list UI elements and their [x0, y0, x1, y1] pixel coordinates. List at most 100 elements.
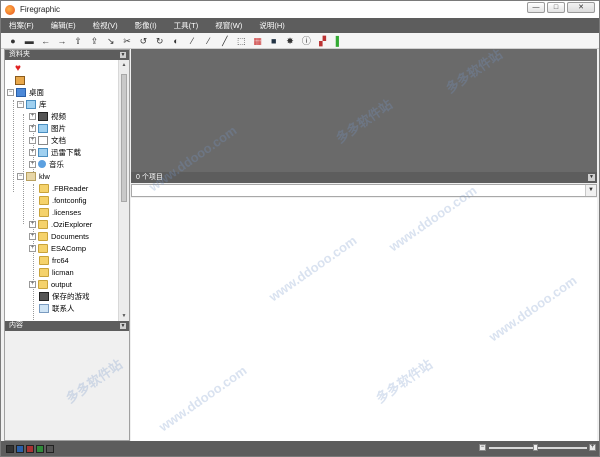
tree-item-favorites[interactable]: ♥	[15, 62, 28, 74]
tree-item-folder[interactable]: frc64	[39, 254, 69, 266]
magic-brush-icon[interactable]: ⁄	[203, 35, 215, 47]
view-mode-icon[interactable]	[6, 444, 14, 453]
content-panel-title: 内容	[9, 322, 23, 329]
tree-item-folder[interactable]: .licenses	[39, 206, 81, 218]
zoom-slider[interactable]	[489, 447, 587, 449]
folder-icon	[39, 207, 49, 217]
wand-icon[interactable]: ⁄	[186, 35, 198, 47]
tree-label: 视频	[51, 111, 66, 121]
expand-icon[interactable]: +	[29, 124, 36, 132]
forward-icon[interactable]: →	[56, 35, 68, 47]
expand-icon[interactable]: +	[29, 148, 36, 156]
zoom-out-button[interactable]: −	[479, 444, 486, 451]
contrast-icon[interactable]: ◐	[170, 35, 182, 47]
folder-open-icon[interactable]: ⇪	[88, 35, 100, 47]
expand-icon[interactable]: +	[29, 160, 36, 168]
camera-icon[interactable]: ●	[7, 35, 19, 47]
tree-item-library[interactable]: − 库	[17, 98, 47, 110]
expand-icon[interactable]: +	[29, 220, 36, 228]
expand-icon[interactable]: +	[29, 232, 36, 240]
printer-icon[interactable]: ▬	[23, 35, 35, 47]
tree-label: .FBReader	[52, 183, 89, 193]
zoom-in-button[interactable]: +	[589, 444, 596, 451]
dropdown-arrow-icon[interactable]: ▼	[585, 185, 596, 196]
scroll-up-icon[interactable]: ▲	[120, 61, 128, 69]
briefcase-icon	[15, 75, 25, 85]
chevron-down-icon[interactable]: ▼	[588, 174, 595, 181]
move-icon[interactable]: ↘	[105, 35, 117, 47]
menu-help[interactable]: 说明(H)	[259, 20, 284, 31]
content-panel-header: 内容 ▼	[5, 321, 129, 331]
menu-edit[interactable]: 编辑(E)	[51, 20, 76, 31]
info-icon[interactable]: ⓘ	[300, 35, 312, 47]
palette-icon[interactable]: ▌	[333, 35, 345, 47]
line-icon[interactable]: ╱	[219, 35, 231, 47]
collapse-icon[interactable]: −	[7, 88, 14, 96]
folder-up-icon[interactable]: ⇧	[72, 35, 84, 47]
settings-icon[interactable]: ✸	[284, 35, 296, 47]
tree-item-downloads[interactable]: + 迅雷下载	[29, 146, 81, 158]
select-rect-icon[interactable]: ⬚	[235, 35, 247, 47]
menu-view[interactable]: 检视(V)	[93, 20, 118, 31]
heart-icon: ♥	[15, 62, 21, 74]
image-icon	[38, 123, 48, 133]
expand-icon[interactable]: +	[29, 244, 36, 252]
menu-image[interactable]: 影像(I)	[135, 20, 157, 31]
folder-icon	[39, 195, 49, 205]
path-combobox[interactable]: ▼	[131, 184, 597, 197]
tree-item-folder[interactable]: licman	[39, 266, 74, 278]
cut-icon[interactable]: ✂	[121, 35, 133, 47]
image-preview-area[interactable]	[131, 49, 597, 172]
tree-label: klw	[39, 171, 50, 181]
view-mode-icon[interactable]	[16, 444, 24, 453]
collapse-icon[interactable]: −	[17, 100, 24, 108]
menu-window[interactable]: 视窗(W)	[215, 20, 242, 31]
collapse-icon[interactable]: −	[17, 172, 24, 180]
tree-scrollbar[interactable]: ▲ ▼	[118, 60, 129, 321]
rotate-right-icon[interactable]: ↻	[154, 35, 166, 47]
scroll-down-icon[interactable]: ▼	[120, 312, 128, 320]
view-mode-icon[interactable]	[46, 444, 54, 453]
tree-item-contacts[interactable]: 联系人	[39, 302, 75, 314]
close-button[interactable]: ✕	[567, 2, 595, 13]
minimize-button[interactable]: —	[527, 2, 545, 13]
tree-item-folder[interactable]: .fontconfig	[39, 194, 87, 206]
menu-file[interactable]: 档案(F)	[9, 20, 34, 31]
expand-icon[interactable]: +	[29, 136, 36, 144]
tree-item-folder[interactable]: + .OziExplorer	[29, 218, 92, 230]
tree-label: .OziExplorer	[51, 219, 93, 229]
saved-games-icon	[39, 291, 49, 301]
content-panel	[5, 331, 129, 440]
back-icon[interactable]: ←	[40, 35, 52, 47]
tree-item-folder[interactable]: + ESAComp	[29, 242, 86, 254]
menu-tools[interactable]: 工具(T)	[174, 20, 199, 31]
chevron-down-icon[interactable]: ▼	[120, 323, 126, 329]
tree-item-documents[interactable]: + 文档	[29, 134, 66, 146]
screen-icon[interactable]: ■	[268, 35, 280, 47]
tree-item-music[interactable]: + 音乐	[29, 158, 64, 170]
color-picker-icon[interactable]: ▞	[317, 35, 329, 47]
tree-item-saved-games[interactable]: 保存的游戏	[39, 290, 90, 302]
chevron-down-icon[interactable]: ▼	[120, 52, 126, 58]
rotate-left-icon[interactable]: ↺	[137, 35, 149, 47]
expand-icon[interactable]: +	[29, 280, 36, 288]
view-mode-icon[interactable]	[26, 444, 34, 453]
tree-item-folder[interactable]: + Documents	[29, 230, 89, 242]
tree-item-pictures[interactable]: + 图片	[29, 122, 66, 134]
scroll-thumb[interactable]	[121, 74, 127, 202]
view-mode-icon[interactable]	[36, 444, 44, 453]
zoom-slider-thumb[interactable]	[533, 444, 538, 451]
expand-icon[interactable]: +	[29, 112, 36, 120]
tree-item-folder[interactable]: .FBReader	[39, 182, 88, 194]
tree-item-folder[interactable]: + output	[29, 278, 72, 290]
tree-label: 迅雷下载	[51, 147, 81, 157]
maximize-button[interactable]: □	[547, 2, 565, 13]
file-list[interactable]	[131, 198, 597, 441]
tree-item-videos[interactable]: + 视频	[29, 110, 66, 122]
tree-item-briefcase[interactable]	[15, 74, 28, 86]
histogram-icon[interactable]: ▦	[251, 35, 263, 47]
folder-panel: 资料夹 ▼ ♥ − 桌面 − 库 + 视频 + 图片 + 文档 + 迅雷下载 +…	[4, 49, 130, 441]
tree-item-desktop[interactable]: − 桌面	[7, 86, 44, 98]
tree-label: output	[51, 279, 72, 289]
tree-item-user[interactable]: − klw	[17, 170, 50, 182]
